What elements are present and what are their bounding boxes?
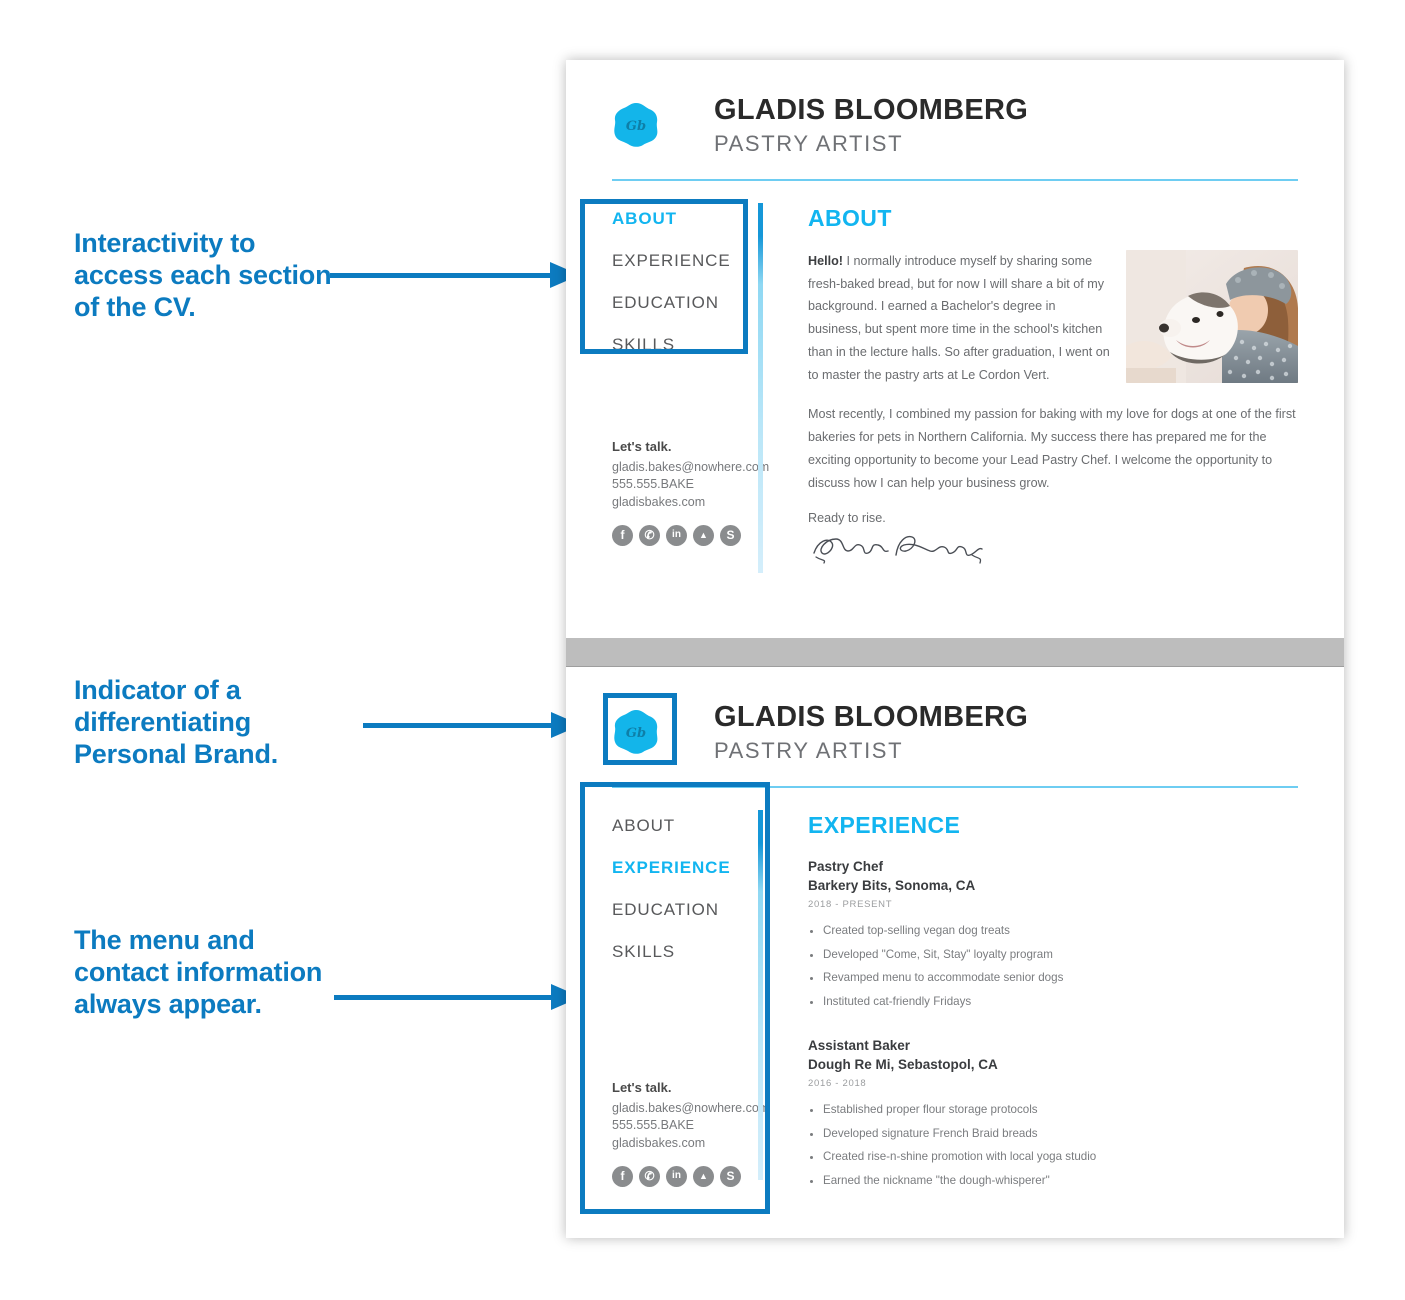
twitter-icon[interactable]: ✆ bbox=[639, 524, 660, 546]
cv-sidebar-top: ABOUT EXPERIENCE EDUCATION SKILLS Let's … bbox=[612, 181, 769, 572]
annotation-menu-contact: The menu and contact information always … bbox=[74, 925, 323, 1019]
contact-title: Let's talk. bbox=[612, 1079, 672, 1095]
cv-name: GLADIS BLOOMBERG bbox=[714, 94, 1029, 126]
contact-block: Let's talk. gladis.bakes@nowhere.com 555… bbox=[612, 439, 782, 546]
experience-entry: Assistant Baker Dough Re Mi, Sebastopol,… bbox=[808, 1036, 1298, 1193]
cv-role: PASTRY ARTIST bbox=[714, 738, 904, 764]
about-paragraph-1: Hello! I normally introduce myself by sh… bbox=[808, 250, 1110, 387]
cv-header: Gb GLADIS BLOOMBERG PASTRY ARTIST bbox=[566, 60, 1344, 157]
job-bullet: Revamped menu to accommodate senior dogs bbox=[823, 966, 1298, 990]
social-links: f ✆ in ▲ S bbox=[612, 1165, 782, 1187]
job-bullet: Established proper flour storage protoco… bbox=[823, 1098, 1298, 1122]
contact-website[interactable]: gladisbakes.com bbox=[612, 494, 782, 512]
nav-item-about[interactable]: ABOUT bbox=[612, 816, 758, 836]
cv-preview-stack: Gb GLADIS BLOOMBERG PASTRY ARTIST ABOUT … bbox=[566, 60, 1344, 1238]
nav-item-education[interactable]: EDUCATION bbox=[612, 900, 758, 920]
cv-identity: GLADIS BLOOMBERG PASTRY ARTIST bbox=[704, 701, 1028, 764]
contact-email[interactable]: gladis.bakes@nowhere.com bbox=[612, 459, 782, 477]
job-bullet: Earned the nickname "the dough-whisperer… bbox=[823, 1169, 1298, 1193]
job-employer: Barkery Bits, Sonoma, CA bbox=[808, 878, 976, 894]
personal-brand-logo-icon[interactable]: Gb bbox=[612, 101, 660, 149]
logo-container[interactable]: Gb bbox=[612, 708, 704, 756]
facebook-icon[interactable]: f bbox=[612, 524, 633, 546]
cv-identity: GLADIS BLOOMBERG PASTRY ARTIST bbox=[704, 94, 1028, 157]
profile-photo bbox=[1126, 249, 1298, 383]
behance-icon[interactable]: ▲ bbox=[693, 524, 714, 546]
annotation-arrow-icon bbox=[334, 984, 581, 1010]
contact-phone[interactable]: 555.555.BAKE bbox=[612, 1117, 782, 1135]
linkedin-icon[interactable]: in bbox=[666, 524, 687, 546]
nav-item-education[interactable]: EDUCATION bbox=[612, 293, 758, 313]
cv-body-experience: ABOUT EXPERIENCE EDUCATION SKILLS Let's … bbox=[566, 788, 1344, 1215]
annotation-interactivity: Interactivity to access each section of … bbox=[74, 228, 332, 322]
job-bullet: Created top-selling vegan dog treats bbox=[823, 919, 1298, 943]
about-lead: Hello! bbox=[808, 253, 843, 268]
contact-email[interactable]: gladis.bakes@nowhere.com bbox=[612, 1100, 782, 1118]
personal-brand-logo-icon[interactable]: Gb bbox=[612, 708, 660, 756]
section-accent-bar bbox=[758, 809, 763, 1180]
cv-main-experience: EXPERIENCE Pastry Chef Barkery Bits, Son… bbox=[758, 788, 1298, 1215]
job-bullet: Instituted cat-friendly Fridays bbox=[823, 990, 1298, 1014]
contact-block: Let's talk. gladis.bakes@nowhere.com 555… bbox=[612, 1080, 782, 1187]
cv-sidebar-bottom: ABOUT EXPERIENCE EDUCATION SKILLS Let's … bbox=[612, 788, 769, 1215]
cv-header: Gb GLADIS BLOOMBERG PASTRY ARTIST bbox=[566, 667, 1344, 764]
about-paragraph-1-text: I normally introduce myself by sharing s… bbox=[808, 253, 1110, 383]
nav-item-skills[interactable]: SKILLS bbox=[612, 942, 758, 962]
contact-website[interactable]: gladisbakes.com bbox=[612, 1135, 782, 1153]
annotation-arrow-icon bbox=[363, 712, 581, 738]
job-dates: 2018 - PRESENT bbox=[808, 898, 893, 910]
job-bullets: Established proper flour storage protoco… bbox=[808, 1098, 1298, 1193]
annotation-arrow-icon bbox=[330, 262, 580, 288]
job-title: Pastry Chef bbox=[808, 858, 884, 874]
experience-entry: Pastry Chef Barkery Bits, Sonoma, CA 201… bbox=[808, 857, 1298, 1014]
cv-body-about: ABOUT EXPERIENCE EDUCATION SKILLS Let's … bbox=[566, 181, 1344, 573]
job-title: Assistant Baker bbox=[808, 1037, 911, 1053]
cv-name: GLADIS BLOOMBERG bbox=[714, 701, 1029, 733]
section-title-about: ABOUT bbox=[808, 204, 892, 231]
skype-icon[interactable]: S bbox=[720, 524, 741, 546]
nav-item-about[interactable]: ABOUT bbox=[612, 209, 758, 229]
nav-item-skills[interactable]: SKILLS bbox=[612, 335, 758, 355]
logo-container[interactable]: Gb bbox=[612, 101, 704, 149]
job-employer: Dough Re Mi, Sebastopol, CA bbox=[808, 1057, 998, 1073]
svg-text:Gb: Gb bbox=[626, 119, 646, 134]
signature bbox=[808, 527, 1298, 572]
skype-icon[interactable]: S bbox=[720, 1165, 741, 1187]
cv-page-experience: Gb GLADIS BLOOMBERG PASTRY ARTIST ABOUT … bbox=[566, 667, 1344, 1238]
job-bullets: Created top-selling vegan dog treats Dev… bbox=[808, 919, 1298, 1014]
section-title-experience: EXPERIENCE bbox=[808, 811, 961, 838]
twitter-icon[interactable]: ✆ bbox=[639, 1165, 660, 1187]
behance-icon[interactable]: ▲ bbox=[693, 1165, 714, 1187]
page-divider-bar bbox=[566, 638, 1344, 667]
nav-item-experience[interactable]: EXPERIENCE bbox=[612, 251, 758, 271]
about-paragraph-2: Most recently, I combined my passion for… bbox=[808, 407, 1296, 490]
contact-title: Let's talk. bbox=[612, 438, 672, 454]
job-bullet: Developed "Come, Sit, Stay" loyalty prog… bbox=[823, 943, 1298, 967]
linkedin-icon[interactable]: in bbox=[666, 1165, 687, 1187]
cv-page-about: Gb GLADIS BLOOMBERG PASTRY ARTIST ABOUT … bbox=[566, 60, 1344, 638]
annotation-personal-brand: Indicator of a differentiating Personal … bbox=[74, 675, 279, 769]
cv-main-about: ABOUT Hello! I normally introduce myself… bbox=[758, 181, 1298, 573]
about-closing: Ready to rise. bbox=[808, 510, 886, 525]
job-dates: 2016 - 2018 bbox=[808, 1077, 867, 1089]
job-bullet: Created rise-n-shine promotion with loca… bbox=[823, 1145, 1298, 1169]
svg-text:Gb: Gb bbox=[626, 726, 646, 741]
contact-phone[interactable]: 555.555.BAKE bbox=[612, 476, 782, 494]
job-bullet: Developed signature French Braid breads bbox=[823, 1122, 1298, 1146]
section-accent-bar bbox=[758, 202, 763, 573]
cv-role: PASTRY ARTIST bbox=[714, 131, 904, 157]
social-links: f ✆ in ▲ S bbox=[612, 524, 782, 546]
nav-item-experience[interactable]: EXPERIENCE bbox=[612, 858, 758, 878]
facebook-icon[interactable]: f bbox=[612, 1165, 633, 1187]
